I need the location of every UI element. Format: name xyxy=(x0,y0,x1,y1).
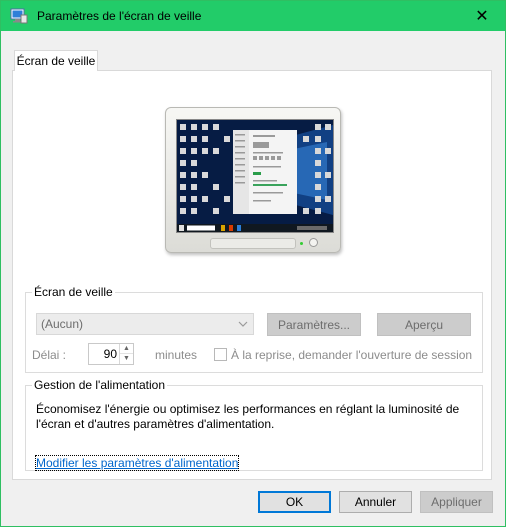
window-title: Paramètres de l'écran de veille xyxy=(37,9,202,23)
apply-button[interactable]: Appliquer xyxy=(420,491,493,513)
preview-screen xyxy=(176,119,334,233)
delay-label: Délai : xyxy=(32,348,67,362)
minutes-label: minutes xyxy=(155,348,198,362)
screensaver-selected-value: (Aucun) xyxy=(41,317,84,331)
chevron-down-icon xyxy=(238,314,248,341)
screensaver-group: Écran de veille (Aucun) Paramètres... Ap… xyxy=(25,285,483,373)
cancel-button[interactable]: Annuler xyxy=(339,491,412,513)
tab-panel: Écran de veille (Aucun) Paramètres... Ap… xyxy=(12,70,492,480)
monitor-base xyxy=(210,238,296,249)
delay-value: 90 xyxy=(103,347,117,361)
ok-button[interactable]: OK xyxy=(258,491,331,513)
monitor-power-icon xyxy=(309,238,318,247)
spin-up-icon[interactable]: ▲ xyxy=(120,344,133,354)
power-group: Gestion de l'alimentation Économisez l'é… xyxy=(25,378,483,471)
power-settings-link[interactable]: Modifier les paramètres d'alimentation xyxy=(34,455,240,471)
power-legend: Gestion de l'alimentation xyxy=(32,378,168,392)
tab-screensaver[interactable]: Écran de veille xyxy=(14,50,98,71)
power-description: Économisez l'énergie ou optimisez les pe… xyxy=(36,402,460,431)
title-bar[interactable]: Paramètres de l'écran de veille ✕ xyxy=(1,1,505,31)
resume-logon-checkbox[interactable] xyxy=(214,348,227,361)
preview-button[interactable]: Aperçu xyxy=(377,313,471,336)
settings-button[interactable]: Paramètres... xyxy=(267,313,361,336)
resume-logon-label: À la reprise, demander l'ouverture de se… xyxy=(231,348,473,362)
screensaver-legend: Écran de veille xyxy=(32,285,115,299)
delay-stepper[interactable]: 90 ▲ ▼ xyxy=(88,343,134,365)
screensaver-settings-dialog: Paramètres de l'écran de veille ✕ Écran … xyxy=(0,0,506,527)
screensaver-monitor-icon xyxy=(10,8,28,24)
spin-arrows: ▲ ▼ xyxy=(119,344,133,364)
spin-down-icon[interactable]: ▼ xyxy=(120,354,133,364)
monitor-led xyxy=(300,242,303,245)
desktop-thumbnail xyxy=(177,120,333,232)
close-icon[interactable]: ✕ xyxy=(459,1,505,31)
screensaver-select[interactable]: (Aucun) xyxy=(36,313,254,335)
monitor-preview xyxy=(165,107,341,253)
